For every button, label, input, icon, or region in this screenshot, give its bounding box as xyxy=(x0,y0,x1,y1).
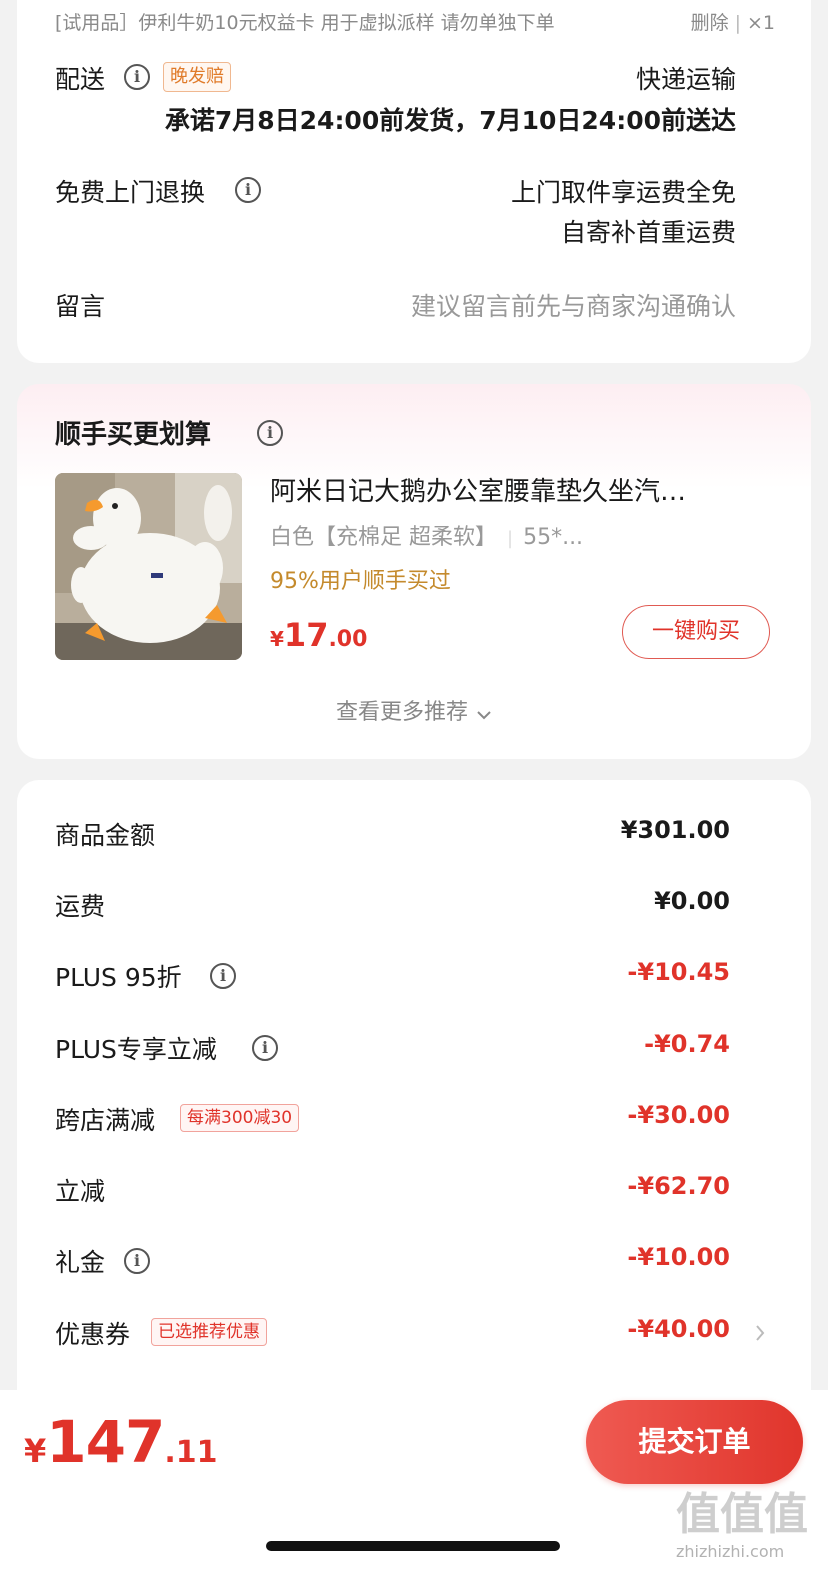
product-hint: 95%用户顺手买过 xyxy=(270,569,451,594)
fee-row-shipping: 运费 ¥0.00 xyxy=(17,887,811,927)
recommend-title: 顺手买更划算 xyxy=(55,420,212,450)
fee-row-plus-exclusive: PLUS专享立减 i -¥0.74 xyxy=(17,1030,811,1070)
fee-value: ¥0.00 xyxy=(654,887,730,915)
recommend-card: 顺手买更划算 i 阿米日记大鹅办公室腰靠垫久坐汽… 白色【充棉足 超柔软】 | … xyxy=(17,384,811,759)
fee-value: -¥40.00 xyxy=(627,1315,730,1343)
spec-size: 55*... xyxy=(523,525,584,550)
spec-color: 白色【充棉足 超柔软】 xyxy=(270,525,497,550)
price-currency: ¥ xyxy=(270,627,284,651)
trial-item-row: [试用品］伊利牛奶10元权益卡 用于虚拟派样 请勿单独下单 删除 | ×1 xyxy=(55,8,775,38)
trial-item-quantity: ×1 xyxy=(746,12,775,34)
message-label: 留言 xyxy=(55,292,106,321)
more-recommend-label: 查看更多推荐 xyxy=(335,700,468,725)
promo-tag: 每满300减30 xyxy=(180,1104,300,1132)
fee-label: PLUS专享立减 xyxy=(55,1035,217,1064)
product-spec: 白色【充棉足 超柔软】 | 55*... xyxy=(270,519,583,551)
fee-label: 礼金 xyxy=(55,1248,106,1277)
one-click-buy-button[interactable]: 一键购买 xyxy=(622,605,770,659)
fee-row-plus-discount: PLUS 95折 i -¥10.45 xyxy=(17,958,811,998)
info-icon[interactable]: i xyxy=(235,177,261,203)
price-integer: 17 xyxy=(283,616,329,654)
trial-item-actions: 删除 | ×1 xyxy=(691,8,775,35)
divider: | xyxy=(507,528,514,549)
info-icon[interactable]: i xyxy=(124,1248,150,1274)
divider: | xyxy=(734,12,741,34)
goose-pillow-illustration xyxy=(55,473,242,660)
shipping-promise: 承诺7月8日24:00前发货，7月10日24:00前送达 xyxy=(164,106,736,135)
fee-value: ¥301.00 xyxy=(620,816,730,844)
more-recommend-link[interactable]: 查看更多推荐 xyxy=(17,694,811,726)
fee-value: -¥30.00 xyxy=(627,1101,730,1129)
chevron-down-icon xyxy=(476,701,492,726)
promo-tag: 已选推荐优惠 xyxy=(151,1318,267,1346)
watermark-glyphs: 值值值 xyxy=(676,1489,808,1540)
fee-label: 跨店满减 xyxy=(55,1106,156,1135)
free-return-line1: 上门取件享运费全免 xyxy=(510,178,736,207)
delivery-card: [试用品］伊利牛奶10元权益卡 用于虚拟派样 请勿单独下单 删除 | ×1 配送 i… xyxy=(17,0,811,363)
fee-label: 立减 xyxy=(55,1177,106,1206)
fee-row-coupon[interactable]: 优惠券 已选推荐优惠 -¥40.00 xyxy=(17,1315,811,1355)
free-return-line2: 自寄补首重运费 xyxy=(560,218,736,247)
info-icon[interactable]: i xyxy=(257,420,283,446)
free-return-label: 免费上门退换 xyxy=(55,178,206,207)
total-integer: 147 xyxy=(46,1408,165,1476)
product-price: ¥17.00 xyxy=(270,616,367,654)
fee-label: PLUS 95折 xyxy=(55,963,182,992)
shipping-method[interactable]: 快递运输 xyxy=(636,60,736,96)
late-compensation-tag: 晚发赔 xyxy=(163,62,231,92)
price-decimal: .00 xyxy=(328,627,368,652)
fee-value: -¥10.45 xyxy=(627,958,730,986)
watermark: 值值值 zhizhizhi.com xyxy=(676,1478,821,1568)
fee-label: 商品金额 xyxy=(55,821,156,850)
fee-value: -¥10.00 xyxy=(627,1243,730,1271)
message-input[interactable]: 建议留言前先与商家沟通确认 xyxy=(411,287,736,323)
fee-row-instant-discount: 立减 -¥62.70 xyxy=(17,1172,811,1212)
submit-order-button[interactable]: 提交订单 xyxy=(586,1400,803,1484)
product-image[interactable] xyxy=(55,473,242,660)
info-icon[interactable]: i xyxy=(252,1035,278,1061)
info-icon[interactable]: i xyxy=(124,64,150,90)
fee-row-cross-store: 跨店满减 每满300减30 -¥30.00 xyxy=(17,1101,811,1141)
fee-value: -¥62.70 xyxy=(627,1172,730,1200)
bottom-bar: ¥147.11 提交订单 值值值 zhizhizhi.com xyxy=(0,1390,828,1575)
home-indicator xyxy=(266,1541,560,1551)
fee-row-gift-money: 礼金 i -¥10.00 xyxy=(17,1243,811,1283)
fee-value: -¥0.74 xyxy=(644,1030,730,1058)
watermark-url: zhizhizhi.com xyxy=(676,1542,785,1561)
fee-row-goods-amount: 商品金额 ¥301.00 xyxy=(17,816,811,856)
fee-label: 优惠券 xyxy=(55,1320,131,1349)
info-icon[interactable]: i xyxy=(210,963,236,989)
total-price: ¥147.11 xyxy=(24,1408,218,1476)
order-confirm-page: [试用品］伊利牛奶10元权益卡 用于虚拟派样 请勿单独下单 删除 | ×1 配送 i… xyxy=(0,0,828,1575)
total-currency: ¥ xyxy=(24,1432,47,1470)
product-name[interactable]: 阿米日记大鹅办公室腰靠垫久坐汽… xyxy=(270,471,760,508)
price-breakdown-card: 商品金额 ¥301.00 运费 ¥0.00 PLUS 95折 i -¥10.45… xyxy=(17,780,811,1480)
total-decimal: .11 xyxy=(164,1435,218,1470)
fee-label: 运费 xyxy=(55,892,106,921)
trial-item-name: [试用品］伊利牛奶10元权益卡 用于虚拟派样 请勿单独下单 xyxy=(55,12,555,34)
shipping-label: 配送 xyxy=(55,65,106,94)
chevron-right-icon xyxy=(755,1323,765,1348)
delete-button[interactable]: 删除 xyxy=(691,12,729,34)
